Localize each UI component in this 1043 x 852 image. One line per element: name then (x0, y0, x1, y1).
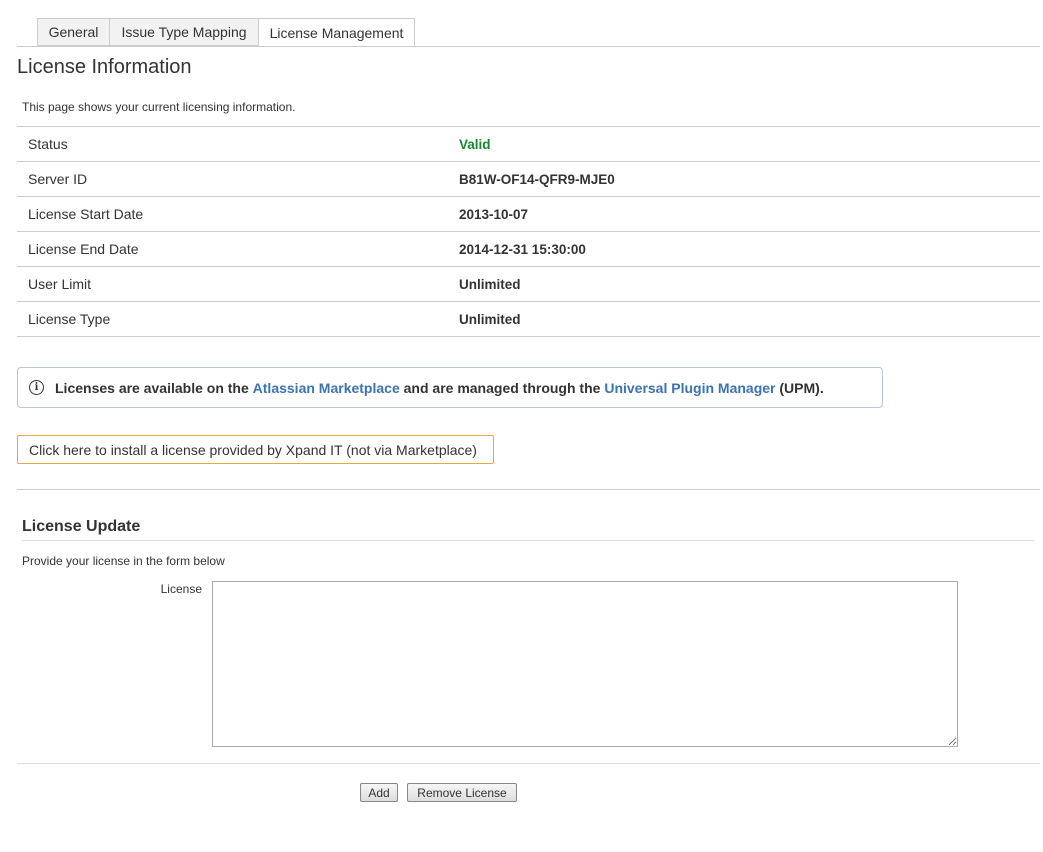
table-row: License End Date 2014-12-31 15:30:00 (17, 231, 1040, 267)
license-update-description: Provide your license in the form below (22, 554, 225, 568)
form-divider (17, 763, 1040, 764)
user-limit-value: Unlimited (459, 266, 1040, 302)
table-row: User Limit Unlimited (17, 266, 1040, 302)
remove-license-button[interactable]: Remove License (407, 783, 517, 802)
universal-plugin-manager-link[interactable]: Universal Plugin Manager (604, 380, 775, 396)
server-id-value: B81W-OF14-QFR9-MJE0 (459, 161, 1040, 197)
row-label-license-type: License Type (17, 301, 459, 337)
row-label-server-id: Server ID (17, 161, 459, 197)
tab-general[interactable]: General (37, 18, 110, 46)
license-update-title: License Update (22, 518, 141, 535)
license-type-value: Unlimited (459, 301, 1040, 337)
section-divider (17, 489, 1040, 490)
tab-bar: General Issue Type Mapping License Manag… (37, 18, 415, 47)
page-description: This page shows your current licensing i… (22, 100, 296, 114)
add-button[interactable]: Add (360, 783, 398, 802)
end-date-value: 2014-12-31 15:30:00 (459, 231, 1040, 267)
license-field-label: License (160, 582, 202, 596)
notice-text: Licenses are available on the (55, 379, 253, 396)
notice-text: and are managed through the (399, 379, 605, 396)
table-row: Status Valid (17, 126, 1040, 162)
page-title: License Information (17, 56, 192, 78)
tab-license-management[interactable]: License Management (258, 18, 415, 47)
table-row: Server ID B81W-OF14-QFR9-MJE0 (17, 161, 1040, 197)
table-row: License Type Unlimited (17, 301, 1040, 337)
marketplace-notice: i Licenses are available on the Atlassia… (17, 367, 883, 408)
status-value: Valid (459, 126, 1040, 162)
section-divider (22, 540, 1034, 541)
license-info-table: Status Valid Server ID B81W-OF14-QFR9-MJ… (17, 126, 1040, 337)
start-date-value: 2013-10-07 (459, 196, 1040, 232)
row-label-user-limit: User Limit (17, 266, 459, 302)
info-icon: i (29, 380, 44, 395)
tab-issue-type-mapping[interactable]: Issue Type Mapping (109, 18, 259, 46)
table-row: License Start Date 2013-10-07 (17, 196, 1040, 232)
row-label-end-date: License End Date (17, 231, 459, 267)
install-xpand-license-button[interactable]: Click here to install a license provided… (17, 435, 494, 464)
notice-text: (UPM). (775, 379, 824, 396)
tabs-divider (17, 46, 1040, 47)
row-label-start-date: License Start Date (17, 196, 459, 232)
row-label-status: Status (17, 126, 459, 162)
license-textarea[interactable] (212, 581, 958, 747)
atlassian-marketplace-link[interactable]: Atlassian Marketplace (253, 380, 400, 396)
